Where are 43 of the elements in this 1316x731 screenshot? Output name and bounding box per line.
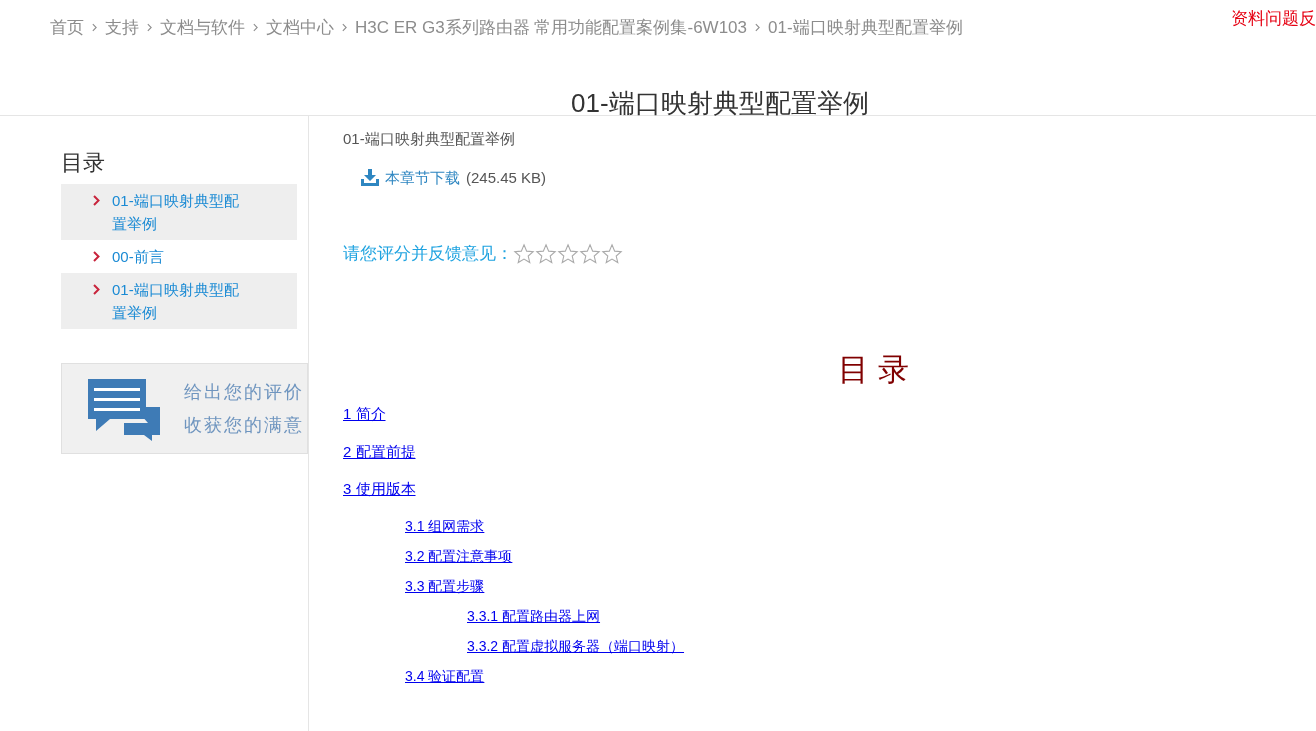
- promo-text: 收获您的满意: [184, 413, 304, 437]
- chevron-icon: [755, 23, 760, 33]
- chevron-icon: [92, 23, 97, 33]
- sidebar-item[interactable]: 01-端口映射典型配置举例: [61, 184, 297, 240]
- star-icon[interactable]: [601, 242, 623, 265]
- toc-link[interactable]: 3.1 组网需求: [405, 515, 485, 537]
- breadcrumb-link[interactable]: 支持: [105, 15, 139, 41]
- star-icon[interactable]: [535, 242, 557, 265]
- breadcrumb-link[interactable]: H3C ER G3系列路由器 常用功能配置案例集-6W103: [355, 15, 747, 41]
- page-title: 01-端口映射典型配置举例: [571, 87, 869, 120]
- chevron-icon: [93, 195, 100, 206]
- section-title: 01-端口映射典型配置举例: [343, 129, 516, 149]
- toc-link[interactable]: 3.4 验证配置: [405, 665, 485, 687]
- sidebar-item[interactable]: 01-端口映射典型配置举例: [61, 273, 297, 329]
- chevron-icon: [93, 251, 100, 262]
- feedback-link[interactable]: 资料问题反: [1231, 6, 1316, 32]
- toc-link[interactable]: 3.2 配置注意事项: [405, 545, 513, 567]
- chevron-icon: [342, 23, 347, 33]
- feedback-card[interactable]: 给出您的评价 收获您的满意: [61, 363, 308, 454]
- star-icon[interactable]: [579, 242, 601, 265]
- file-size: (245.45 KB): [466, 167, 547, 188]
- breadcrumb-link[interactable]: 首页: [50, 15, 84, 41]
- toc-link[interactable]: 2 配置前提: [343, 440, 416, 463]
- breadcrumb-link[interactable]: 01-端口映射典型配置举例: [768, 15, 963, 41]
- star-icon[interactable]: [513, 242, 535, 265]
- toc-heading: 目 录: [838, 350, 909, 389]
- toc-link[interactable]: 3 使用版本: [343, 478, 416, 501]
- chat-bubbles-icon: [86, 376, 160, 441]
- toc-link[interactable]: 3.3.1 配置路由器上网: [467, 605, 601, 627]
- breadcrumb-link[interactable]: 文档中心: [266, 15, 334, 41]
- download-icon: [361, 169, 379, 187]
- toc-link[interactable]: 1 简介: [343, 403, 386, 426]
- sidebar-title: 目录: [61, 149, 106, 177]
- chevron-icon: [93, 284, 100, 295]
- chevron-icon: [147, 23, 152, 33]
- star-icon[interactable]: [557, 242, 579, 265]
- breadcrumb-link[interactable]: 文档与软件: [160, 15, 245, 41]
- rating-label: 请您评分并反馈意见：: [343, 243, 513, 265]
- toc-link[interactable]: 3.3 配置步骤: [405, 575, 485, 597]
- chevron-icon: [253, 23, 258, 33]
- toc-link[interactable]: 3.3.2 配置虚拟服务器（端口映射）: [467, 635, 685, 657]
- promo-text: 给出您的评价: [184, 380, 304, 404]
- download-link[interactable]: 本章节下载: [385, 166, 460, 189]
